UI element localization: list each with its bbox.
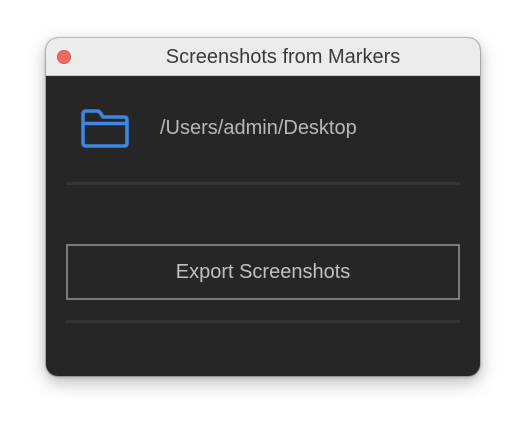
screenshots-from-markers-window: Screenshots from Markers /Users/admin/De… (46, 38, 480, 376)
export-screenshots-button[interactable]: Export Screenshots (66, 244, 460, 300)
titlebar[interactable]: Screenshots from Markers (46, 38, 480, 76)
window-title: Screenshots from Markers (165, 46, 401, 68)
divider (66, 182, 460, 185)
divider (66, 320, 460, 323)
window-content: /Users/admin/Desktop Export Screenshots (46, 76, 480, 376)
folder-path: /Users/admin/Desktop (160, 117, 357, 139)
folder-row: /Users/admin/Desktop (46, 76, 480, 182)
folder-icon[interactable] (79, 108, 131, 148)
